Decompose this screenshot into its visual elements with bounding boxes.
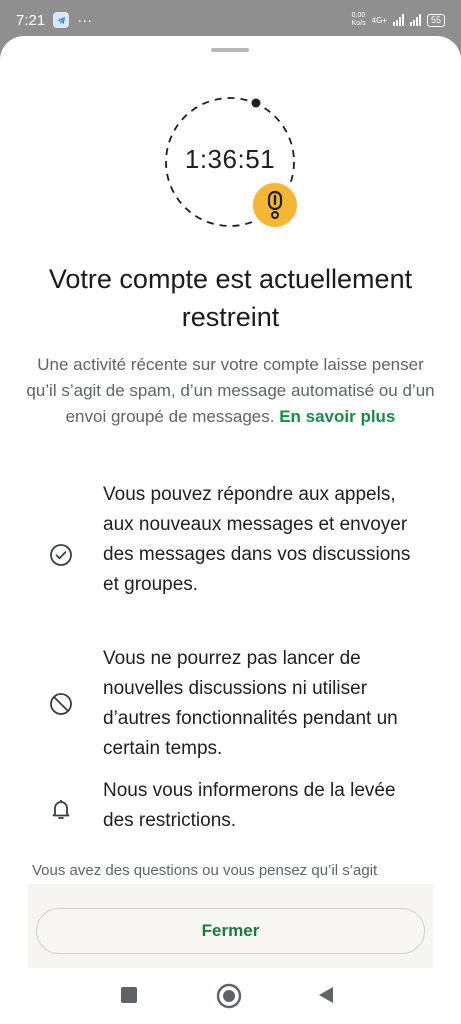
system-nav-bar (0, 971, 461, 1024)
battery-icon: 55 (426, 13, 445, 27)
learn-more-link[interactable]: En savoir plus (279, 407, 395, 426)
page-title: Votre compte est actuellement restreint (48, 264, 413, 332)
drag-handle[interactable] (211, 48, 249, 52)
warning-icon (251, 181, 299, 229)
info-text: Nous vous informerons de la levée des re… (103, 780, 396, 831)
status-right: 0,00 Ko/s 4G+ 55 (352, 12, 445, 28)
home-button[interactable] (216, 983, 242, 1009)
description: Une activité récente sur votre compte la… (24, 352, 437, 430)
more-notifications-icon: ··· (77, 11, 93, 29)
telegram-icon (53, 12, 70, 28)
info-text: Vous pouvez répondre aux appels, aux nou… (103, 484, 411, 595)
status-bar: 7:21 ··· 0,00 Ko/s 4G+ 55 (0, 0, 461, 40)
info-text: Vous ne pourrez pas lancer de nouvelles … (103, 648, 398, 759)
back-button[interactable] (316, 985, 336, 1005)
circle-icon (216, 983, 242, 1009)
check-circle-icon (48, 542, 74, 568)
back-triangle-icon (319, 987, 333, 1003)
block-icon (48, 691, 74, 717)
battery-level: 55 (430, 14, 441, 25)
net-type: 4G+ (371, 15, 387, 25)
button-area: Fermer (28, 884, 433, 968)
restriction-sheet: 1:36:51 Votre compte est actuellement re… (0, 36, 461, 971)
signal-2-icon (409, 14, 421, 26)
status-time: 7:21 (16, 11, 46, 29)
timer: 1:36:51 (160, 94, 310, 244)
net-speed: 0,00 Ko/s (351, 12, 366, 27)
recents-button[interactable] (119, 985, 139, 1005)
close-button[interactable]: Fermer (36, 908, 425, 954)
footer-text: Vous avez des questions ou vous pensez q… (32, 862, 378, 879)
bell-icon (48, 796, 74, 822)
signal-icon (392, 14, 404, 26)
status-left: 7:21 ··· (16, 12, 92, 29)
info-item-notify: Nous vous informerons de la levée des re… (0, 776, 461, 838)
square-icon (121, 987, 137, 1003)
info-item-allowed: Vous pouvez répondre aux appels, aux nou… (0, 480, 461, 630)
info-item-restricted: Vous ne pourrez pas lancer de nouvelles … (0, 644, 461, 764)
timer-value: 1:36:51 (184, 144, 276, 174)
